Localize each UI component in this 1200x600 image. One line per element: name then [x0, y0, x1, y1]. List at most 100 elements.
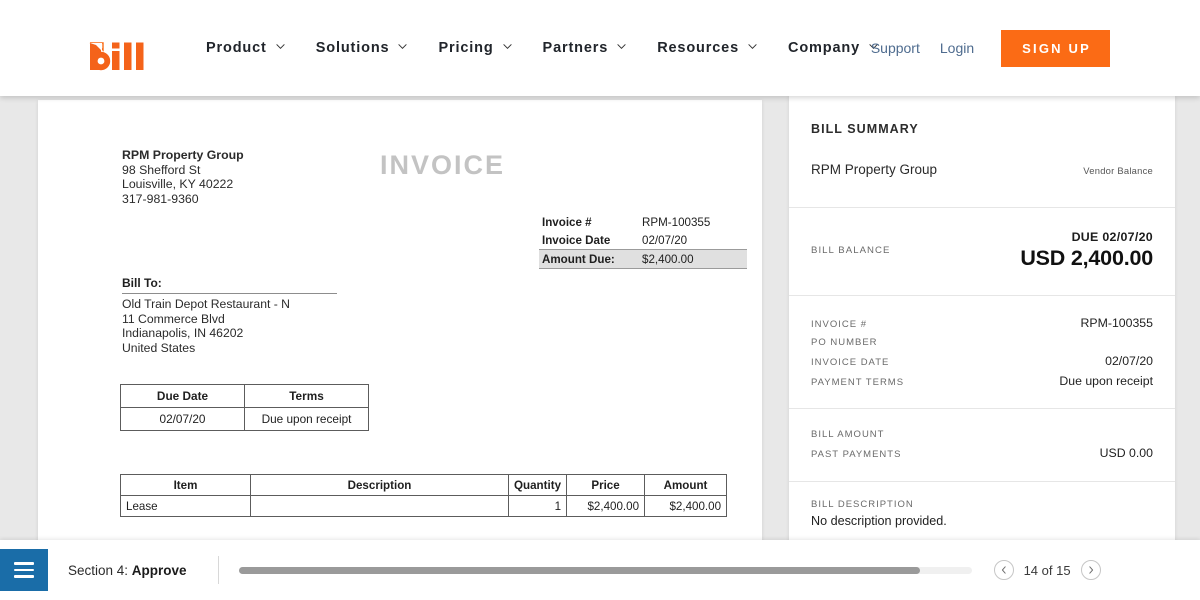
site-header: Product Solutions Pricing Partners Resou… [0, 0, 1200, 96]
toolbar-divider [217, 556, 219, 584]
invoice-number-label: Invoice # [542, 215, 592, 229]
bill-amounts-section: BILL AMOUNT PAST PAYMENTS USD 0.00 [789, 407, 1175, 482]
vendor-phone: 317-981-9360 [122, 191, 199, 206]
bill-logo-icon [89, 42, 144, 71]
login-link[interactable]: Login [940, 40, 974, 56]
amount-row-past-payments: PAST PAYMENTS USD 0.00 [811, 443, 1153, 463]
menu-bar-3 [14, 575, 34, 578]
progress-scrollbar[interactable] [238, 566, 972, 574]
bill-details-section: INVOICE # RPM-100355 PO NUMBER INVOICE D… [789, 295, 1175, 408]
nav-item-product[interactable]: Product [206, 40, 285, 56]
invoice-number-value: RPM-100355 [642, 215, 711, 229]
amount-due-value: $2,400.00 [639, 249, 747, 269]
bill-description-value: No description provided. [811, 514, 947, 529]
nav-label: Resources [657, 40, 739, 56]
bill-to-block: Bill To: Old Train Depot Restaurant - N … [122, 276, 337, 355]
table-header-row: Item Description Quantity Price Amount [120, 474, 728, 496]
amount-row-bill-amount: BILL AMOUNT [811, 426, 1153, 443]
detail-value: RPM-100355 [1080, 316, 1153, 331]
col-header-quantity: Quantity [507, 474, 568, 496]
chevron-right-icon[interactable] [1080, 560, 1101, 580]
vendor-address-line-1: 98 Shefford St [122, 162, 201, 177]
chevron-down-icon [748, 42, 757, 51]
amount-due-label: Amount Due: [539, 249, 639, 269]
nav-item-resources[interactable]: Resources [657, 40, 757, 56]
detail-row-po-number: PO NUMBER [811, 333, 1153, 350]
support-link[interactable]: Support [871, 40, 920, 56]
bill-balance-amount: USD 2,400.00 [1020, 246, 1153, 270]
menu-bar-2 [14, 568, 34, 572]
vendor-address-block: RPM Property Group 98 Shefford St Louisv… [122, 148, 244, 206]
summary-vendor-name: RPM Property Group [811, 162, 938, 177]
cell-amount: $2,400.00 [644, 495, 728, 517]
nav-item-partners[interactable]: Partners [543, 40, 627, 56]
signup-button[interactable]: SIGN UP [1001, 29, 1110, 67]
table-header-row: Due Date Terms [120, 384, 369, 408]
detail-row-payment-terms: PAYMENT TERMS Due upon receipt [811, 371, 1153, 391]
cell-description [250, 495, 509, 517]
table-row: Invoice # RPM-100355 [539, 213, 747, 231]
invoice-date-value: 02/07/20 [642, 233, 688, 247]
cell-quantity: 1 [507, 495, 568, 517]
progress-fill [238, 566, 921, 574]
section-label: Section 4: Approve [68, 563, 187, 578]
table-row: Invoice Date 02/07/20 [539, 231, 747, 250]
amount-key: PAST PAYMENTS [811, 449, 902, 461]
col-header-description: Description [250, 474, 509, 496]
invoice-document: RPM Property Group 98 Shefford St Louisv… [38, 100, 762, 540]
cell-price: $2,400.00 [566, 495, 646, 517]
auth-links: Support Login SIGN UP [871, 0, 1110, 96]
terms-header: Terms [244, 384, 369, 408]
detail-key: INVOICE DATE [811, 356, 890, 368]
amount-value: USD 0.00 [1099, 446, 1153, 461]
chevron-down-icon [502, 42, 512, 51]
col-header-price: Price [566, 474, 646, 496]
invoice-date-label: Invoice Date [542, 233, 611, 247]
bill-balance-label: BILL BALANCE [811, 245, 891, 256]
bill-summary-title: BILL SUMMARY [811, 122, 919, 136]
nav-label: Partners [542, 40, 609, 56]
vendor-address-line-2: Louisville, KY 40222 [122, 177, 234, 192]
chevron-down-icon [398, 42, 408, 51]
nav-item-company[interactable]: Company [788, 40, 878, 56]
hamburger-menu-icon[interactable] [0, 549, 48, 591]
line-items-table: Item Description Quantity Price Amount L… [120, 474, 728, 517]
section-name: Approve [131, 562, 187, 578]
bill-to-line-1: Old Train Depot Restaurant - N [122, 297, 290, 311]
detail-value: 02/07/20 [1105, 353, 1153, 368]
vendor-name: RPM Property Group [122, 148, 244, 162]
invoice-heading: INVOICE [380, 150, 506, 180]
table-row: 02/07/20 Due upon receipt [120, 407, 369, 431]
nav-label: Solutions [315, 40, 390, 56]
nav-label: Company [788, 40, 861, 56]
vendor-balance-label: Vendor Balance [1083, 165, 1153, 176]
chevron-down-icon [617, 42, 626, 51]
due-terms-table: Due Date Terms 02/07/20 Due upon receipt [120, 384, 369, 431]
detail-key: PO NUMBER [811, 336, 878, 348]
pager-text: 14 of 15 [1023, 562, 1071, 578]
col-header-item: Item [120, 474, 251, 496]
table-row: Lease 1 $2,400.00 $2,400.00 [120, 495, 728, 517]
pager: 14 of 15 [993, 560, 1101, 580]
bottom-toolbar: Section 4: Approve 14 of 15 [0, 540, 1200, 600]
bill-description-label: BILL DESCRIPTION [811, 499, 914, 511]
amount-key: BILL AMOUNT [811, 428, 885, 440]
bill-logo[interactable] [88, 42, 144, 80]
terms-value: Due upon receipt [244, 407, 369, 431]
detail-key: PAYMENT TERMS [811, 377, 905, 389]
detail-row-invoice-date: INVOICE DATE 02/07/20 [811, 351, 1153, 371]
invoice-meta-table: Invoice # RPM-100355 Invoice Date 02/07/… [539, 213, 747, 269]
nav-item-solutions[interactable]: Solutions [316, 40, 408, 56]
nav-item-pricing[interactable]: Pricing [438, 40, 512, 56]
nav-label: Pricing [438, 40, 494, 56]
bill-description-section: BILL DESCRIPTION No description provided… [789, 481, 1175, 540]
cell-item: Lease [120, 495, 251, 517]
bill-to-line-4: United States [122, 340, 196, 355]
detail-key: INVOICE # [811, 319, 867, 331]
due-date-badge: DUE 02/07/20 [1071, 230, 1153, 244]
due-date-value: 02/07/20 [120, 407, 245, 431]
chevron-down-icon [276, 42, 285, 51]
section-prefix: Section 4: [68, 562, 132, 578]
chevron-left-icon[interactable] [993, 560, 1014, 580]
screen-root: Product Solutions Pricing Partners Resou… [0, 0, 1200, 600]
